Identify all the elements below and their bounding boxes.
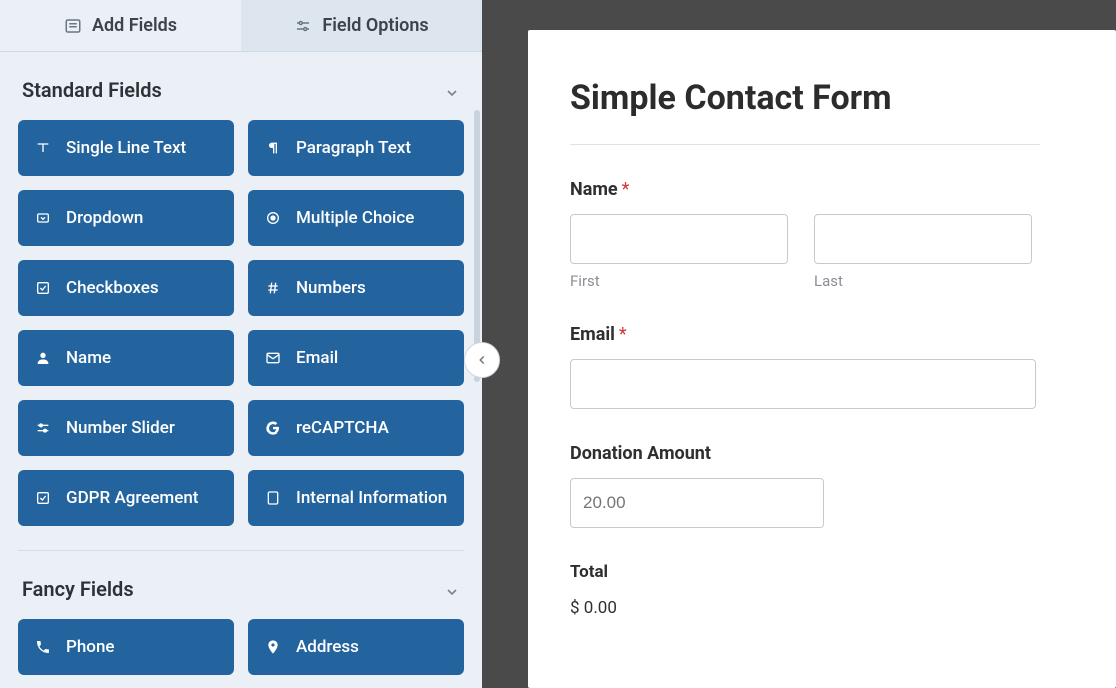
field-recaptcha[interactable]: reCAPTCHA	[248, 400, 464, 456]
field-label: Donation Amount	[570, 443, 1116, 464]
sublabel-first: First	[570, 272, 788, 290]
field-address[interactable]: Address	[248, 619, 464, 675]
name-first-input[interactable]	[570, 214, 788, 264]
field-label: Phone	[66, 637, 115, 657]
sublabel-last: Last	[814, 272, 1032, 290]
section-title: Fancy Fields	[22, 577, 134, 601]
field-label: Dropdown	[66, 208, 143, 228]
field-phone[interactable]: Phone	[18, 619, 234, 675]
field-gdpr-agreement[interactable]: GDPR Agreement	[18, 470, 234, 526]
slider-icon	[34, 419, 52, 437]
check-square-icon	[34, 489, 52, 507]
field-label: Name	[570, 179, 618, 200]
section-standard-fields[interactable]: Standard Fields	[18, 52, 464, 120]
user-icon	[34, 349, 52, 367]
radio-icon	[264, 209, 282, 227]
field-label: Numbers	[296, 278, 366, 298]
field-dropdown[interactable]: Dropdown	[18, 190, 234, 246]
tab-label: Add Fields	[92, 15, 177, 36]
field-name[interactable]: Name	[18, 330, 234, 386]
chevron-down-icon	[444, 581, 460, 597]
dropdown-icon	[34, 209, 52, 227]
field-number-slider[interactable]: Number Slider	[18, 400, 234, 456]
form-title: Simple Contact Form	[570, 78, 1116, 118]
field-checkboxes[interactable]: Checkboxes	[18, 260, 234, 316]
field-label: Internal Information	[296, 488, 447, 508]
collapse-sidebar-button[interactable]	[464, 342, 500, 378]
field-label: Email	[570, 324, 615, 345]
required-asterisk: *	[622, 179, 630, 200]
required-asterisk: *	[619, 324, 627, 345]
field-email[interactable]: Email	[248, 330, 464, 386]
file-icon	[264, 489, 282, 507]
field-label: reCAPTCHA	[296, 418, 389, 438]
sliders-icon	[294, 17, 312, 35]
field-multiple-choice[interactable]: Multiple Choice	[248, 190, 464, 246]
field-label: Email	[296, 348, 338, 368]
form-field-name[interactable]: Name* First Last	[570, 179, 1116, 290]
tab-add-fields[interactable]: Add Fields	[0, 0, 241, 51]
divider	[570, 144, 1040, 145]
field-label: Paragraph Text	[296, 138, 411, 158]
email-input[interactable]	[570, 359, 1036, 409]
form-preview: Simple Contact Form Name* First Last Ema…	[528, 30, 1116, 688]
field-label: GDPR Agreement	[66, 488, 198, 508]
tab-label: Field Options	[322, 15, 428, 36]
hash-icon	[264, 279, 282, 297]
section-fancy-fields[interactable]: Fancy Fields	[18, 551, 464, 619]
field-label: Name	[66, 348, 111, 368]
phone-icon	[34, 638, 52, 656]
google-icon	[264, 419, 282, 437]
field-label: Number Slider	[66, 418, 175, 438]
field-paragraph-text[interactable]: Paragraph Text	[248, 120, 464, 176]
form-icon	[64, 17, 82, 35]
form-field-total: Total $ 0.00	[570, 562, 1116, 618]
field-label: Single Line Text	[66, 138, 186, 158]
field-single-line-text[interactable]: Single Line Text	[18, 120, 234, 176]
total-label: Total	[570, 562, 1116, 582]
form-field-donation[interactable]: Donation Amount	[570, 443, 1116, 528]
field-label: Multiple Choice	[296, 208, 414, 228]
paragraph-icon	[264, 139, 282, 157]
total-value: $ 0.00	[570, 598, 1116, 618]
envelope-icon	[264, 349, 282, 367]
field-internal-information[interactable]: Internal Information	[248, 470, 464, 526]
donation-input[interactable]	[570, 478, 824, 528]
tab-field-options[interactable]: Field Options	[241, 0, 482, 51]
name-last-input[interactable]	[814, 214, 1032, 264]
chevron-down-icon	[444, 82, 460, 98]
field-label: Checkboxes	[66, 278, 159, 298]
form-field-email[interactable]: Email*	[570, 324, 1116, 409]
field-label: Address	[296, 637, 359, 657]
text-icon	[34, 139, 52, 157]
section-title: Standard Fields	[22, 78, 162, 102]
map-pin-icon	[264, 638, 282, 656]
checkbox-icon	[34, 279, 52, 297]
field-numbers[interactable]: Numbers	[248, 260, 464, 316]
